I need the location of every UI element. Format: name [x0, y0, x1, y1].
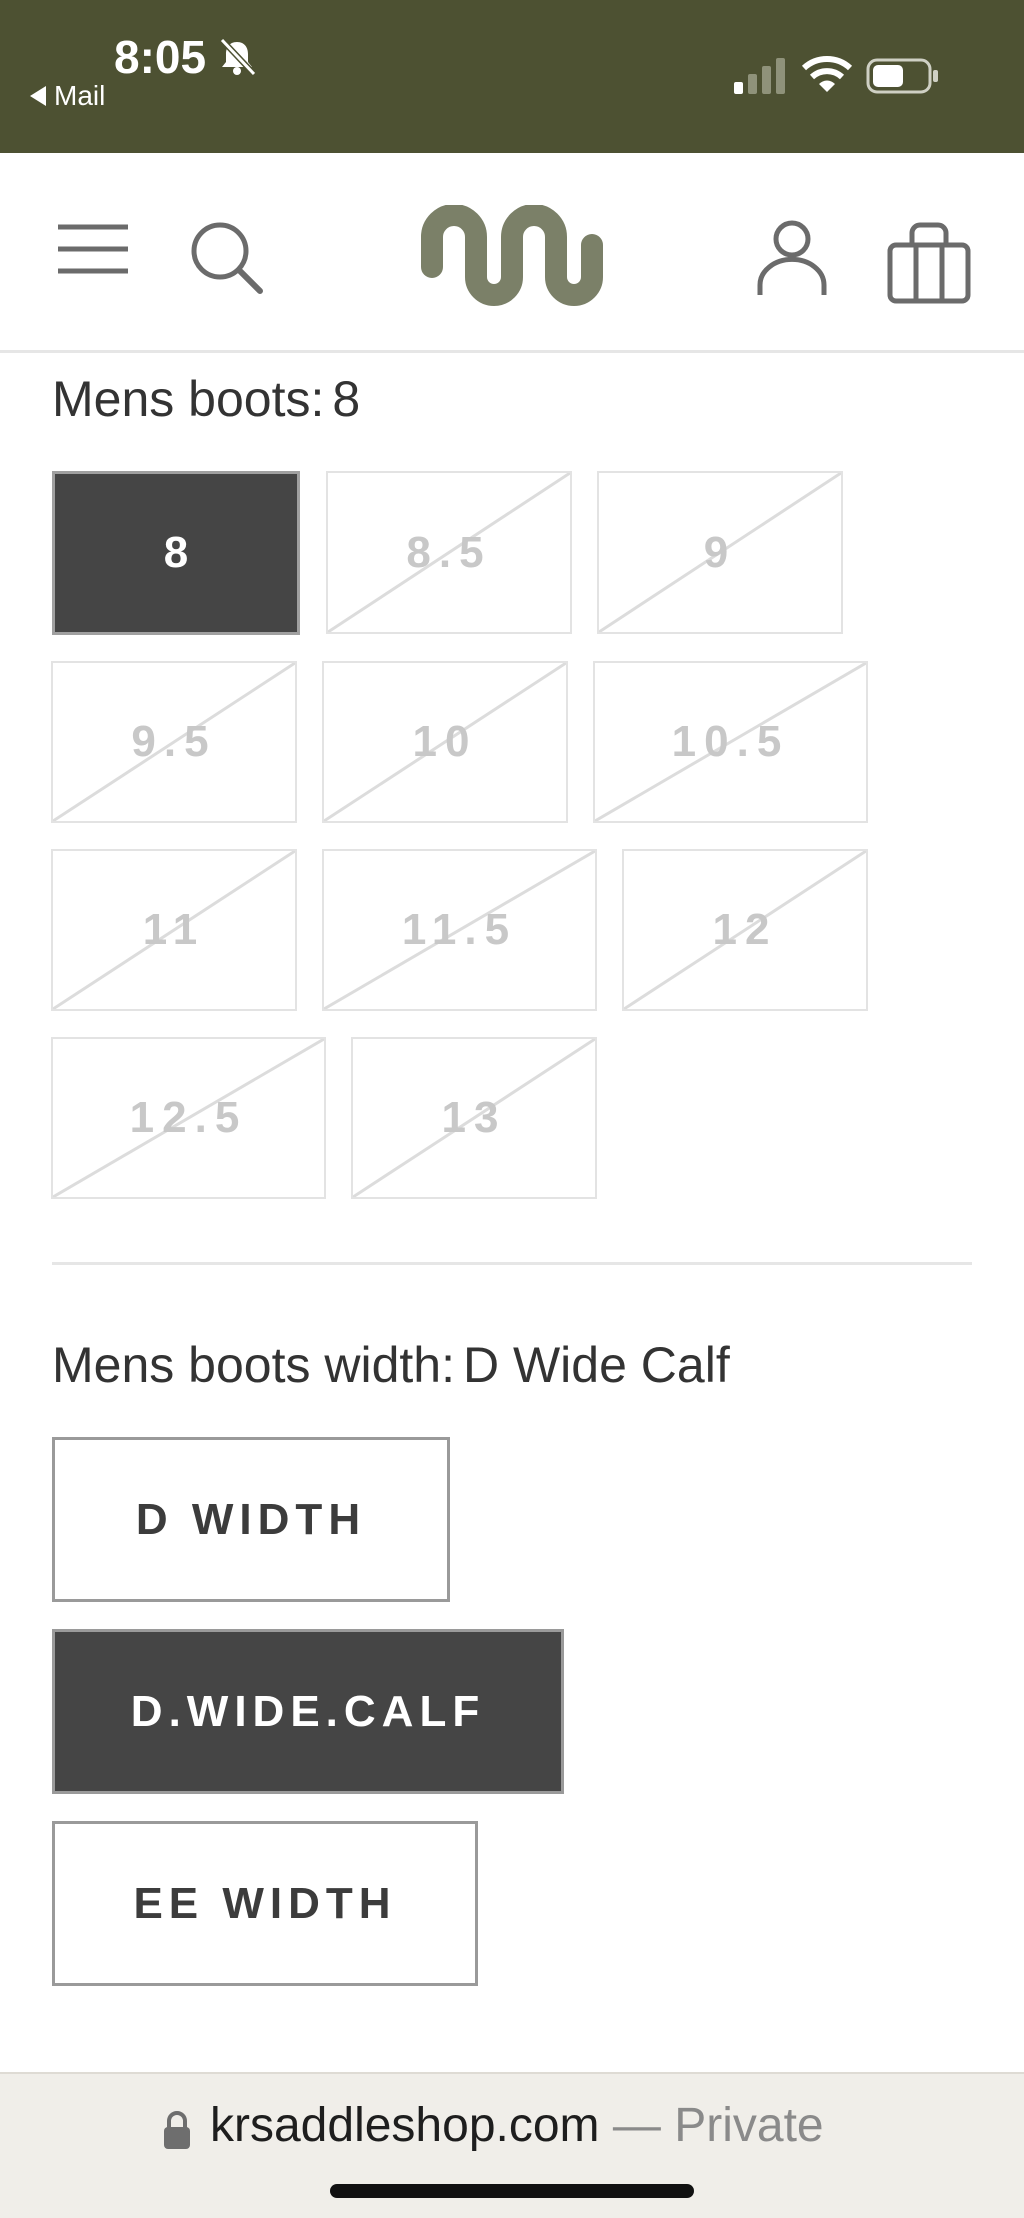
back-app-label: Mail [54, 80, 106, 111]
size-option-label: 8.5 [406, 527, 492, 577]
size-option-11[interactable]: 11 [51, 849, 297, 1011]
search-icon[interactable] [188, 219, 264, 295]
size-option-label: 9.5 [131, 717, 217, 766]
size-option-label: 11 [142, 905, 206, 954]
menu-icon[interactable] [56, 223, 130, 275]
account-icon[interactable] [756, 219, 828, 299]
size-option-9-5[interactable]: 9.5 [51, 661, 297, 823]
width-option-label: D WIDTH [135, 1494, 367, 1544]
size-option-12[interactable]: 12 [622, 849, 868, 1011]
back-triangle-icon [30, 86, 46, 106]
size-option-label: 12 [712, 905, 778, 954]
size-option-label: 8 [163, 528, 189, 577]
size-option-label: 12.5 [129, 1093, 248, 1142]
size-option-label: 10.5 [671, 717, 790, 766]
status-bar: 8:05 Mail [0, 0, 1024, 153]
size-option-8[interactable]: 8 [52, 471, 300, 635]
url-domain: krsaddleshop.com [210, 2099, 600, 2152]
battery-icon [866, 58, 938, 94]
width-option-label: EE WIDTH [133, 1878, 397, 1928]
size-option-8-5[interactable]: 8.5 [326, 471, 572, 634]
size-option-label: 9 [703, 527, 737, 577]
brand-logo-icon[interactable] [418, 205, 610, 309]
size-option-9[interactable]: 9 [597, 471, 843, 634]
size-option-label: 10 [412, 717, 478, 766]
shopping-bag-icon[interactable] [886, 219, 972, 305]
size-option-label: 11.5 [401, 905, 518, 954]
back-to-app-link[interactable]: Mail [30, 80, 105, 112]
width-option-ee-width[interactable]: EE WIDTH [52, 1821, 478, 1986]
width-label-text: Mens boots width: [52, 1337, 455, 1393]
size-option-11-5[interactable]: 11.5 [322, 849, 597, 1011]
size-option-10-5[interactable]: 10.5 [593, 661, 868, 823]
url-private-label: — Private [599, 2099, 824, 2152]
lock-icon [164, 2111, 190, 2149]
size-label-text: Mens boots: [52, 371, 325, 427]
wifi-icon [802, 56, 852, 92]
size-selected-value: 8 [332, 371, 361, 427]
section-divider [52, 1262, 972, 1265]
width-section-label: Mens boots width: D Wide Calf [52, 1336, 730, 1394]
width-option-d-wide-calf[interactable]: D.WIDE.CALF [52, 1629, 564, 1794]
cellular-signal-icon [734, 58, 785, 94]
width-selected-value: D Wide Calf [462, 1337, 730, 1393]
size-option-label: 13 [441, 1093, 507, 1142]
width-option-d-width[interactable]: D WIDTH [52, 1437, 450, 1602]
home-indicator[interactable] [330, 2184, 694, 2198]
size-option-13[interactable]: 13 [351, 1037, 597, 1199]
size-section-label: Mens boots: 8 [52, 370, 360, 428]
width-option-label: D.WIDE.CALF [130, 1686, 486, 1736]
size-option-12-5[interactable]: 12.5 [51, 1037, 326, 1199]
browser-address-bar[interactable]: krsaddleshop.com — Private [0, 2072, 1024, 2218]
status-time: 8:05 [114, 31, 207, 83]
bell-slash-icon [219, 37, 257, 77]
url-text[interactable]: krsaddleshop.com — Private [210, 2098, 824, 2153]
size-option-10[interactable]: 10 [322, 661, 568, 823]
site-header [0, 153, 1024, 353]
